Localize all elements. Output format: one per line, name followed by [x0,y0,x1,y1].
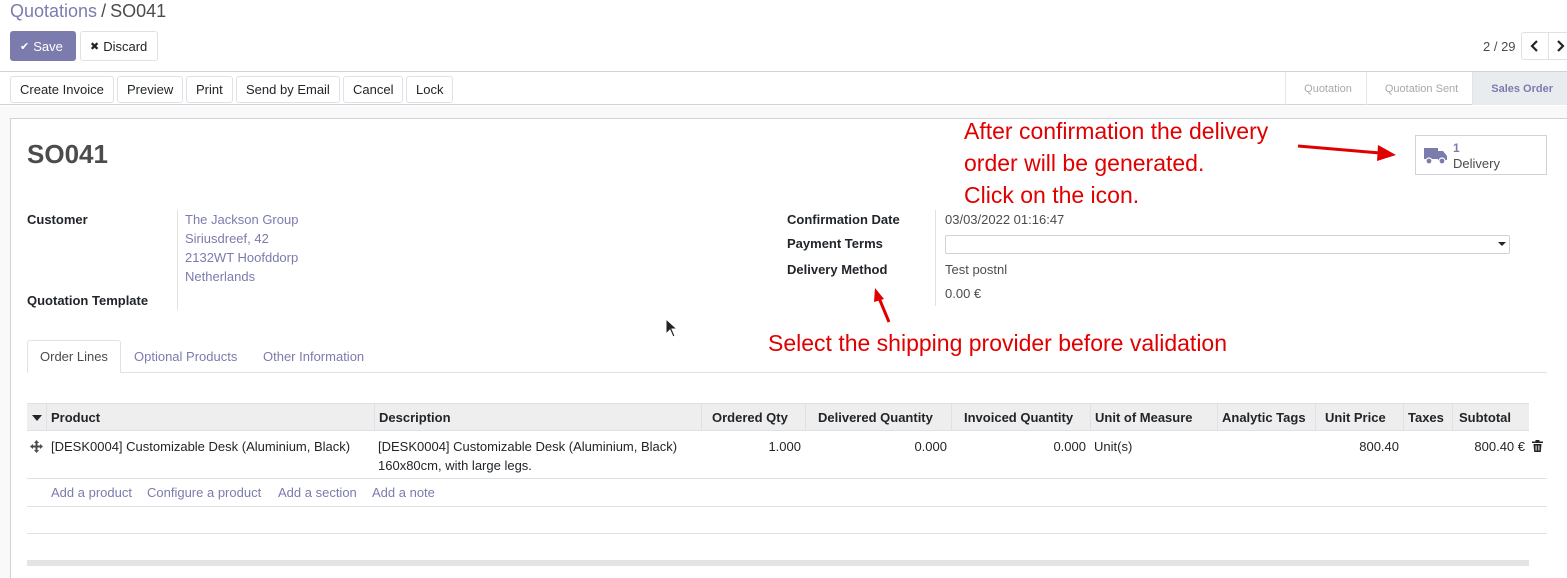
row-product[interactable]: [DESK0004] Customizable Desk (Aluminium,… [51,437,350,456]
row-subtotal: 800.40 € [1474,439,1525,454]
close-icon: ✖ [90,40,100,53]
lock-button[interactable]: Lock [406,76,454,103]
payment-terms-select[interactable] [945,235,1510,254]
truck-icon [1424,148,1447,165]
confirmation-date-label: Confirmation Date [787,212,900,227]
column-header-unit-price[interactable]: Unit Price [1316,404,1404,431]
customer-country[interactable]: Netherlands [185,269,255,284]
notebook-tabs: Order Lines Optional Products Other Info… [27,340,1547,373]
delivery-method-label: Delivery Method [787,262,888,277]
trash-icon[interactable] [1532,440,1543,452]
column-header-subtotal[interactable]: Subtotal [1453,404,1529,431]
row-divider [27,533,1547,534]
column-header-product[interactable]: Product [47,404,375,431]
column-header-invoiced-qty[interactable]: Invoiced Quantity [952,404,1091,431]
annotation-arrow-up [874,288,891,323]
send-by-email-button[interactable]: Send by Email [236,76,340,103]
preview-button[interactable]: Preview [117,76,184,103]
delivery-annotation-line: Click on the icon. [964,182,1140,208]
column-header-description[interactable]: Description [375,404,702,431]
column-header-ordered-qty[interactable]: Ordered Qty [702,404,806,431]
pager-value: 2 / 29 [1483,39,1516,54]
create-invoice-button[interactable]: Create Invoice [10,76,114,103]
sort-caret-icon [31,414,42,421]
customer-name-link[interactable]: The Jackson Group [185,212,298,227]
quotation-template-label: Quotation Template [27,293,149,308]
delivery-annotation-line: After confirmation the delivery [964,118,1269,144]
chevron-right-icon [1557,40,1565,52]
delivery-annotation: After confirmation the delivery order wi… [964,115,1268,211]
delivery-annotation-line: order will be generated. [964,150,1205,176]
breadcrumb-separator: / [101,1,107,21]
row-description-line[interactable]: 160x80cm, with large legs. [378,456,532,475]
pager-previous-button[interactable] [1521,32,1549,60]
row-unit-price[interactable]: 800.40 [1318,437,1399,456]
confirmation-date-value: 03/03/2022 01:16:47 [945,212,1065,227]
stage-quotation[interactable]: Quotation [1285,72,1366,105]
discard-button-label: Discard [103,38,148,54]
discard-button[interactable]: ✖ Discard [80,31,158,61]
mouse-pointer-icon [665,318,679,338]
stage-pipeline: Quotation Quotation Sent Sales Order [1285,72,1567,105]
print-button[interactable]: Print [186,76,233,103]
add-product-link[interactable]: Add a product [51,485,132,500]
breadcrumb-quotations-link[interactable]: Quotations [10,1,97,21]
row-uom[interactable]: Unit(s) [1094,437,1132,456]
column-header-uom[interactable]: Unit of Measure [1091,404,1218,431]
row-ordered-qty[interactable]: 1.000 [705,437,801,456]
customer-city[interactable]: 2132WT Hoofddorp [185,250,298,265]
row-invoiced-qty: 0.000 [1053,439,1086,454]
cancel-button[interactable]: Cancel [343,76,404,103]
delivery-count: 1 [1453,141,1460,155]
delivery-price-value: 0.00 € [945,286,982,301]
payment-terms-label: Payment Terms [787,236,883,251]
breadcrumb-current: SO041 [110,1,167,21]
delivery-label: Delivery [1453,156,1500,171]
save-button-label: Save [33,38,63,54]
add-note-link[interactable]: Add a note [372,485,435,500]
save-button[interactable]: ✔ Save [10,31,76,61]
check-icon: ✔ [20,40,30,53]
row-divider [27,506,1547,507]
tab-order-lines[interactable]: Order Lines [27,340,121,373]
customer-label: Customer [27,212,88,227]
column-header-taxes[interactable]: Taxes [1404,404,1453,431]
annotation-arrow-right [1297,144,1396,161]
chevron-left-icon [1530,40,1538,52]
stage-sales-order[interactable]: Sales Order [1472,72,1567,105]
status-bar: Create Invoice Preview Print Send by Ema… [0,72,1567,105]
field-divider [177,210,178,310]
column-header-delivered-qty[interactable]: Delivered Quantity [806,404,952,431]
sort-caret-icon[interactable] [27,404,47,431]
configure-product-link[interactable]: Configure a product [147,485,261,500]
add-section-link[interactable]: Add a section [278,485,357,500]
drag-handle-icon[interactable] [30,440,43,453]
field-divider [935,210,936,306]
record-title: SO041 [27,139,108,169]
pager-next-button[interactable] [1548,32,1567,60]
delivery-method-value[interactable]: Test postnl [945,262,1007,277]
tab-other-information[interactable]: Other Information [251,340,376,373]
row-description-line[interactable]: [DESK0004] Customizable Desk (Aluminium,… [378,437,677,456]
row-divider [27,478,1547,479]
customer-street[interactable]: Siriusdreef, 42 [185,231,269,246]
tab-optional-products[interactable]: Optional Products [122,340,249,373]
breadcrumb: Quotations / SO041 [10,1,166,22]
stage-quotation-sent[interactable]: Quotation Sent [1365,72,1472,105]
column-header-analytic-tags[interactable]: Analytic Tags [1218,404,1316,431]
chevron-down-icon [1498,242,1506,246]
order-lines-header: Product Description Ordered Qty Delivere… [27,403,1529,431]
delivery-smart-button[interactable]: 1 Delivery [1415,135,1547,175]
row-delivered-qty[interactable]: 0.000 [809,437,947,456]
horizontal-scrollbar[interactable] [27,560,1529,566]
